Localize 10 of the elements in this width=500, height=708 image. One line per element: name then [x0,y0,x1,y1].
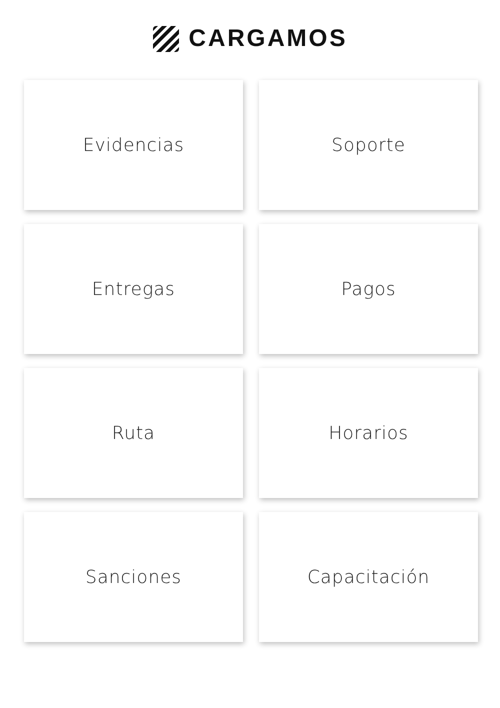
menu-tile[interactable]: Soporte [259,80,478,210]
menu-tile[interactable]: Sanciones [24,512,243,642]
menu-tile[interactable]: Entregas [24,224,243,354]
logo-icon [152,26,179,52]
menu-tile[interactable]: Evidencias [24,80,243,210]
menu-tile[interactable]: Capacitación [259,512,478,642]
menu-tile[interactable]: Horarios [259,368,478,498]
menu-tile[interactable]: Ruta [24,368,243,498]
menu-tile[interactable]: Pagos [259,224,478,354]
logo-text: CARGAMOS [188,25,348,53]
